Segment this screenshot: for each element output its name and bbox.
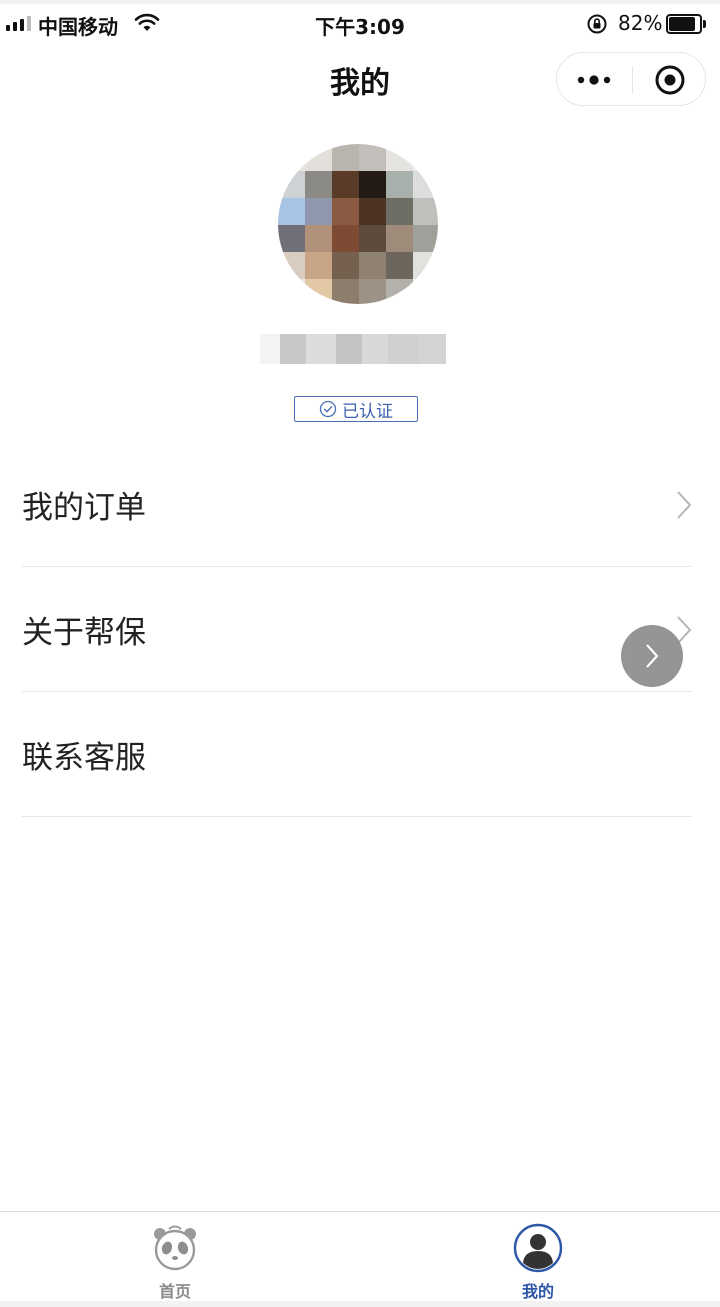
- tab-label: 我的: [521, 1282, 554, 1301]
- menu-item-contact[interactable]: 联系客服: [22, 692, 692, 817]
- chevron-right-icon: [676, 490, 692, 524]
- mini-program-capsule: [556, 52, 706, 106]
- verified-badge: 已认证: [294, 396, 418, 422]
- check-circle-icon: [319, 400, 337, 418]
- username-pixelated: [260, 334, 446, 364]
- menu-item-label: 我的订单: [22, 489, 146, 526]
- battery-percent: 82%: [618, 11, 663, 35]
- user-icon: [513, 1223, 563, 1273]
- tab-home[interactable]: 首页: [105, 1212, 245, 1302]
- close-target-icon[interactable]: [633, 53, 707, 107]
- floating-arrow-button[interactable]: [621, 625, 683, 687]
- panda-icon: [154, 1225, 196, 1271]
- clock: 下午3:09: [315, 15, 405, 39]
- menu-item-orders[interactable]: 我的订单: [22, 442, 692, 567]
- rotation-lock-icon: [586, 13, 608, 40]
- avatar[interactable]: [278, 144, 438, 304]
- battery-icon: [666, 14, 706, 34]
- tab-mine[interactable]: 我的: [468, 1212, 608, 1302]
- more-dots-icon[interactable]: [557, 53, 631, 107]
- verified-label: 已认证: [342, 401, 393, 422]
- status-bar: 中国移动 下午3:09 82%: [0, 4, 720, 44]
- menu-list: 我的订单 关于帮保 联系客服: [22, 442, 692, 817]
- menu-item-about[interactable]: 关于帮保: [22, 567, 692, 692]
- menu-item-label: 联系客服: [22, 739, 146, 776]
- app-screen: 中国移动 下午3:09 82% 我的 已认证 我的订单 关于帮保 联系客服 首页…: [0, 4, 720, 1301]
- chevron-right-icon: [646, 644, 659, 668]
- tab-label: 首页: [158, 1282, 191, 1301]
- tab-bar: 首页 我的: [0, 1211, 720, 1301]
- menu-item-label: 关于帮保: [22, 614, 146, 651]
